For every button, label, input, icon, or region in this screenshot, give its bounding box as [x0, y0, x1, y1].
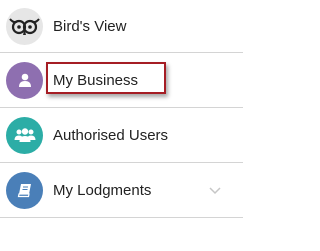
menu-item-label: My Business — [53, 71, 139, 89]
menu-item-label: Bird's View — [53, 17, 127, 35]
users-icon — [6, 116, 43, 154]
menu-item-birds-view[interactable]: Bird's View — [0, 0, 243, 53]
user-icon — [6, 61, 43, 99]
menu-item-my-lodgments[interactable]: My Lodgments — [0, 163, 243, 218]
owl-icon — [6, 7, 43, 45]
menu-item-authorised-users[interactable]: Authorised Users — [0, 108, 243, 163]
menu-item-my-business[interactable]: My Business — [0, 53, 243, 108]
menu-item-label: My Lodgments — [53, 181, 152, 199]
side-menu: Bird's View My Business Authorised Users — [0, 0, 243, 218]
menu-item-label: Authorised Users — [53, 126, 169, 144]
chevron-down-icon[interactable] — [208, 183, 222, 197]
book-icon — [6, 171, 43, 209]
